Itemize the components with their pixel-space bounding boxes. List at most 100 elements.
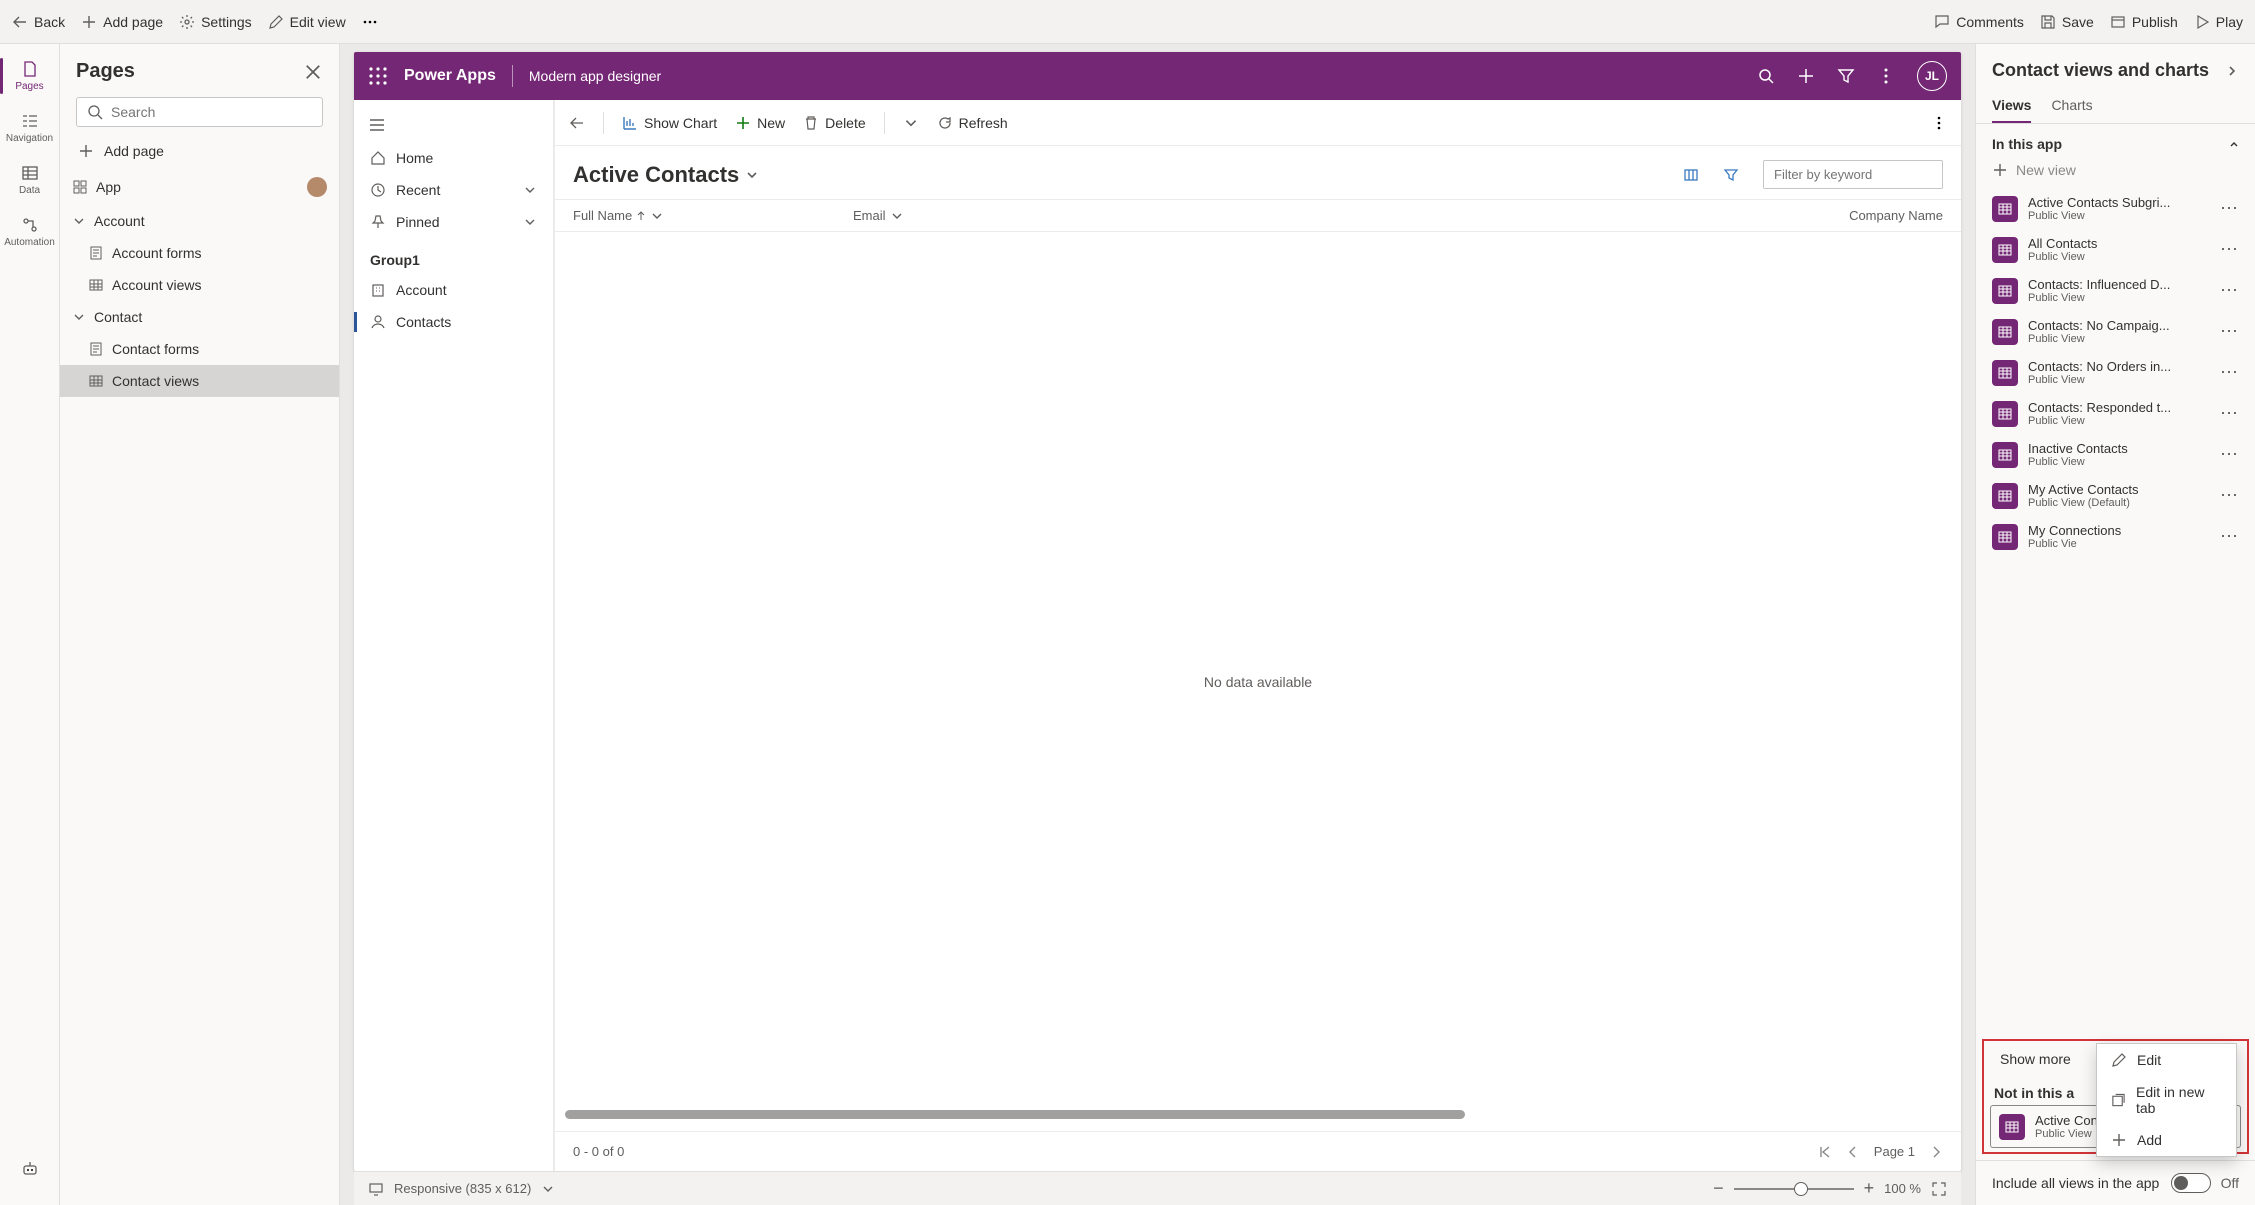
show-chart-label: Show Chart: [644, 115, 717, 131]
tree-app[interactable]: App: [60, 169, 339, 205]
first-page-icon[interactable]: [1818, 1145, 1832, 1159]
plus-icon[interactable]: [1797, 67, 1815, 85]
back-arrow-icon[interactable]: [569, 115, 585, 131]
play-button[interactable]: Play: [2194, 14, 2243, 30]
comments-button[interactable]: Comments: [1934, 14, 2024, 30]
funnel-icon[interactable]: [1723, 167, 1739, 183]
refresh-button[interactable]: Refresh: [937, 115, 1008, 131]
col-email[interactable]: Email: [853, 208, 1013, 223]
tree-account-forms[interactable]: Account forms: [60, 237, 339, 269]
menu-add[interactable]: Add: [2097, 1124, 2236, 1156]
waffle-icon[interactable]: [368, 66, 388, 86]
more-vertical-icon[interactable]: [1877, 67, 1895, 85]
funnel-icon[interactable]: [1837, 67, 1855, 85]
chevron-down-icon: [745, 168, 759, 182]
sm-account[interactable]: Account: [354, 274, 553, 306]
more-icon[interactable]: ⋯: [2220, 485, 2239, 506]
collapse-icon[interactable]: [2229, 139, 2239, 149]
sm-pinned[interactable]: Pinned: [354, 206, 553, 238]
back-button[interactable]: Back: [12, 14, 65, 30]
search-input[interactable]: [111, 104, 312, 120]
tree-contact-views[interactable]: Contact views: [60, 365, 339, 397]
settings-button[interactable]: Settings: [179, 14, 252, 30]
more-icon[interactable]: ⋯: [2220, 403, 2239, 424]
overflow-button[interactable]: [362, 14, 378, 30]
sm-contacts[interactable]: Contacts: [354, 306, 553, 338]
view-item[interactable]: All ContactsPublic View ⋯: [1984, 229, 2247, 270]
back-arrow-icon: [12, 14, 28, 30]
more-icon[interactable]: ⋯: [2220, 321, 2239, 342]
menu-edit-new-tab[interactable]: Edit in new tab: [2097, 1076, 2236, 1124]
chevron-down-icon[interactable]: [541, 1182, 555, 1196]
view-item[interactable]: Contacts: Responded t...Public View ⋯: [1984, 393, 2247, 434]
new-view-button[interactable]: New view: [1976, 156, 2255, 188]
delete-button[interactable]: Delete: [803, 115, 865, 131]
search-icon[interactable]: [1757, 67, 1775, 85]
publish-button[interactable]: Publish: [2110, 14, 2178, 30]
chevron-down-icon: [523, 183, 537, 197]
hamburger-icon[interactable]: [368, 116, 386, 134]
more-icon[interactable]: ⋯: [2220, 444, 2239, 465]
chevron-right-icon[interactable]: [2225, 64, 2239, 78]
col-fullname[interactable]: Full Name: [573, 208, 853, 223]
sm-recent[interactable]: Recent: [354, 174, 553, 206]
search-input-wrap[interactable]: [76, 97, 323, 127]
add-page-button[interactable]: Add page: [81, 14, 163, 30]
zoom-in[interactable]: +: [1864, 1178, 1875, 1199]
new-button[interactable]: New: [735, 115, 785, 131]
tab-views[interactable]: Views: [1992, 89, 2031, 123]
rail-navigation[interactable]: Navigation: [0, 102, 60, 154]
more-icon[interactable]: ⋯: [2220, 280, 2239, 301]
rail-pages[interactable]: Pages: [0, 50, 60, 102]
view-sub: Public View (Default): [2028, 497, 2210, 509]
more-icon[interactable]: ⋯: [2220, 239, 2239, 260]
rail-nav-label: Navigation: [6, 133, 53, 144]
tree-account-views[interactable]: Account views: [60, 269, 339, 301]
app-brand: Power Apps: [404, 67, 496, 85]
more-vertical-icon[interactable]: [1931, 115, 1947, 131]
prev-page-icon[interactable]: [1846, 1145, 1860, 1159]
show-chart-button[interactable]: Show Chart: [622, 115, 717, 131]
horizontal-scrollbar[interactable]: [565, 1110, 1465, 1119]
sm-home[interactable]: Home: [354, 142, 553, 174]
more-icon[interactable]: ⋯: [2220, 198, 2239, 219]
filter-input[interactable]: [1763, 160, 1943, 189]
col-email-label: Email: [853, 208, 886, 223]
col-company[interactable]: Company Name: [1013, 208, 1943, 223]
presence-avatar: [307, 177, 327, 197]
edit-columns-icon[interactable]: [1683, 167, 1699, 183]
more-icon[interactable]: ⋯: [2220, 526, 2239, 547]
tree-account[interactable]: Account: [60, 205, 339, 237]
rail-virtual-agent[interactable]: [0, 1143, 60, 1195]
view-name: Contacts: Responded t...: [2028, 400, 2210, 415]
pages-tree: App Account Account forms Account views: [60, 169, 339, 1205]
next-page-icon[interactable]: [1929, 1145, 1943, 1159]
save-button[interactable]: Save: [2040, 14, 2094, 30]
more-icon[interactable]: ⋯: [2220, 362, 2239, 383]
view-item[interactable]: Contacts: No Campaig...Public View ⋯: [1984, 311, 2247, 352]
grid-area: Show Chart New Delete: [554, 100, 1961, 1171]
close-icon[interactable]: [303, 62, 323, 82]
include-toggle[interactable]: [2171, 1173, 2211, 1193]
tree-contact-forms[interactable]: Contact forms: [60, 333, 339, 365]
view-item[interactable]: Contacts: Influenced D...Public View ⋯: [1984, 270, 2247, 311]
zoom-slider[interactable]: [1734, 1188, 1854, 1190]
tab-charts[interactable]: Charts: [2051, 89, 2092, 123]
chevron-down-icon[interactable]: [903, 115, 919, 131]
tree-contact[interactable]: Contact: [60, 301, 339, 333]
view-title[interactable]: Active Contacts: [573, 162, 759, 188]
rail-data[interactable]: Data: [0, 154, 60, 206]
view-item[interactable]: My ConnectionsPublic Vie ⋯: [1984, 516, 2247, 557]
view-item[interactable]: Active Contacts Subgri...Public View ⋯: [1984, 188, 2247, 229]
view-item[interactable]: My Active ContactsPublic View (Default) …: [1984, 475, 2247, 516]
rail-automation[interactable]: Automation: [0, 206, 60, 258]
menu-edit[interactable]: Edit: [2097, 1044, 2236, 1076]
edit-view-button[interactable]: Edit view: [268, 14, 346, 30]
view-grid-icon: [1992, 524, 2018, 550]
fit-icon[interactable]: [1931, 1181, 1947, 1197]
add-page-link[interactable]: Add page: [60, 133, 339, 169]
view-item[interactable]: Contacts: No Orders in...Public View ⋯: [1984, 352, 2247, 393]
user-avatar[interactable]: JL: [1917, 61, 1947, 91]
view-item[interactable]: Inactive ContactsPublic View ⋯: [1984, 434, 2247, 475]
zoom-out[interactable]: −: [1713, 1178, 1724, 1199]
